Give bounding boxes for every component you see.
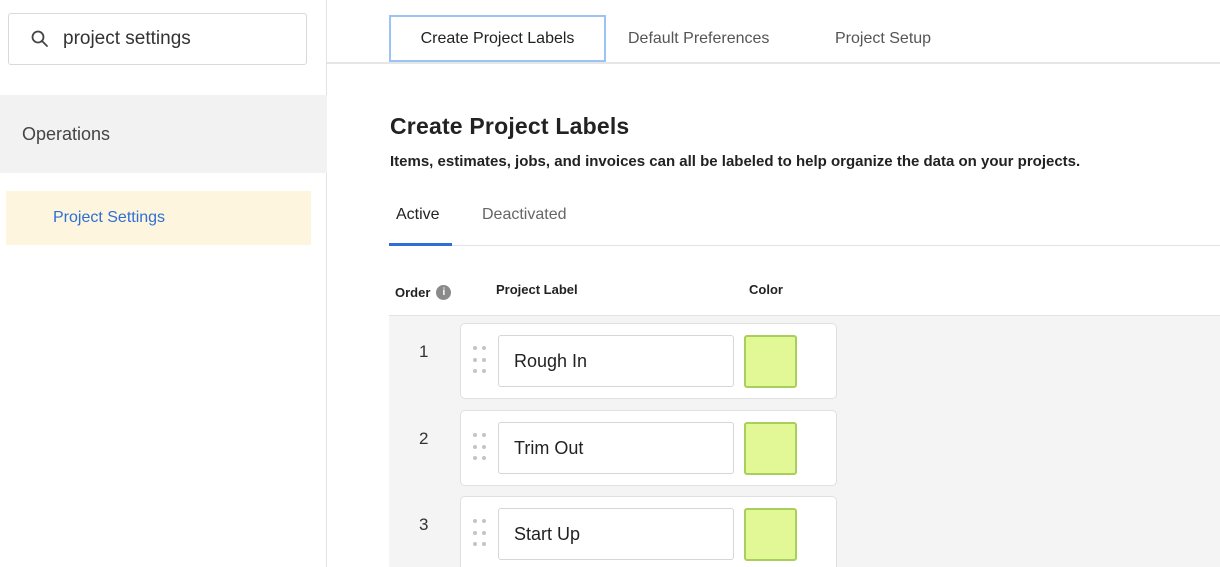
search-box[interactable]: [8, 13, 307, 65]
tab-label: Default Preferences: [628, 29, 770, 47]
tab-label: Active: [396, 206, 440, 223]
label-card: [460, 323, 837, 399]
tab-deactivated[interactable]: Deactivated: [482, 201, 567, 246]
label-name-input[interactable]: [498, 508, 734, 560]
label-card: [460, 496, 837, 567]
tab-project-setup[interactable]: Project Setup: [835, 15, 931, 62]
search-icon: [31, 30, 48, 47]
drag-handle-icon[interactable]: [473, 519, 487, 549]
sidebar-item-label: Project Settings: [53, 209, 166, 226]
status-tab-bar: Active Deactivated: [389, 201, 1220, 246]
page-title: Create Project Labels: [390, 113, 630, 139]
table-row: 3: [389, 489, 1220, 567]
order-number: 3: [419, 515, 429, 534]
drag-handle-icon[interactable]: [473, 346, 487, 376]
column-header-project-label: Project Label: [496, 282, 578, 297]
table-row: 1: [389, 316, 1220, 399]
sidebar: Operations Project Settings: [0, 0, 327, 567]
tab-label: Project Setup: [835, 29, 932, 47]
page-description: Items, estimates, jobs, and invoices can…: [390, 153, 1081, 170]
sidebar-item-project-settings[interactable]: Project Settings: [6, 191, 311, 245]
tab-create-project-labels[interactable]: Create Project Labels: [389, 15, 606, 62]
label-name-input[interactable]: [498, 422, 734, 474]
tab-label: Deactivated: [482, 206, 567, 223]
column-header-label: Order: [395, 285, 431, 300]
column-header-color: Color: [749, 282, 783, 297]
sidebar-section-operations[interactable]: Operations: [0, 95, 327, 173]
labels-table-body: 1 2 3: [389, 315, 1220, 567]
label-name-input[interactable]: [498, 335, 734, 387]
color-swatch[interactable]: [744, 508, 797, 561]
tab-label: Create Project Labels: [420, 29, 575, 47]
info-icon[interactable]: i: [436, 285, 452, 300]
sidebar-section-label: Operations: [22, 123, 111, 144]
color-swatch[interactable]: [744, 335, 797, 388]
search-input[interactable]: [63, 28, 283, 50]
color-swatch[interactable]: [744, 422, 797, 475]
drag-handle-icon[interactable]: [473, 433, 487, 463]
order-number: 1: [419, 342, 429, 361]
order-number: 2: [419, 429, 429, 448]
top-tab-bar: Create Project Labels Default Preference…: [327, 0, 1220, 64]
tab-default-preferences[interactable]: Default Preferences: [628, 15, 769, 62]
column-header-order: Order i: [395, 285, 452, 300]
tab-active[interactable]: Active: [389, 201, 452, 246]
table-row: 2: [389, 403, 1220, 486]
label-card: [460, 410, 837, 486]
